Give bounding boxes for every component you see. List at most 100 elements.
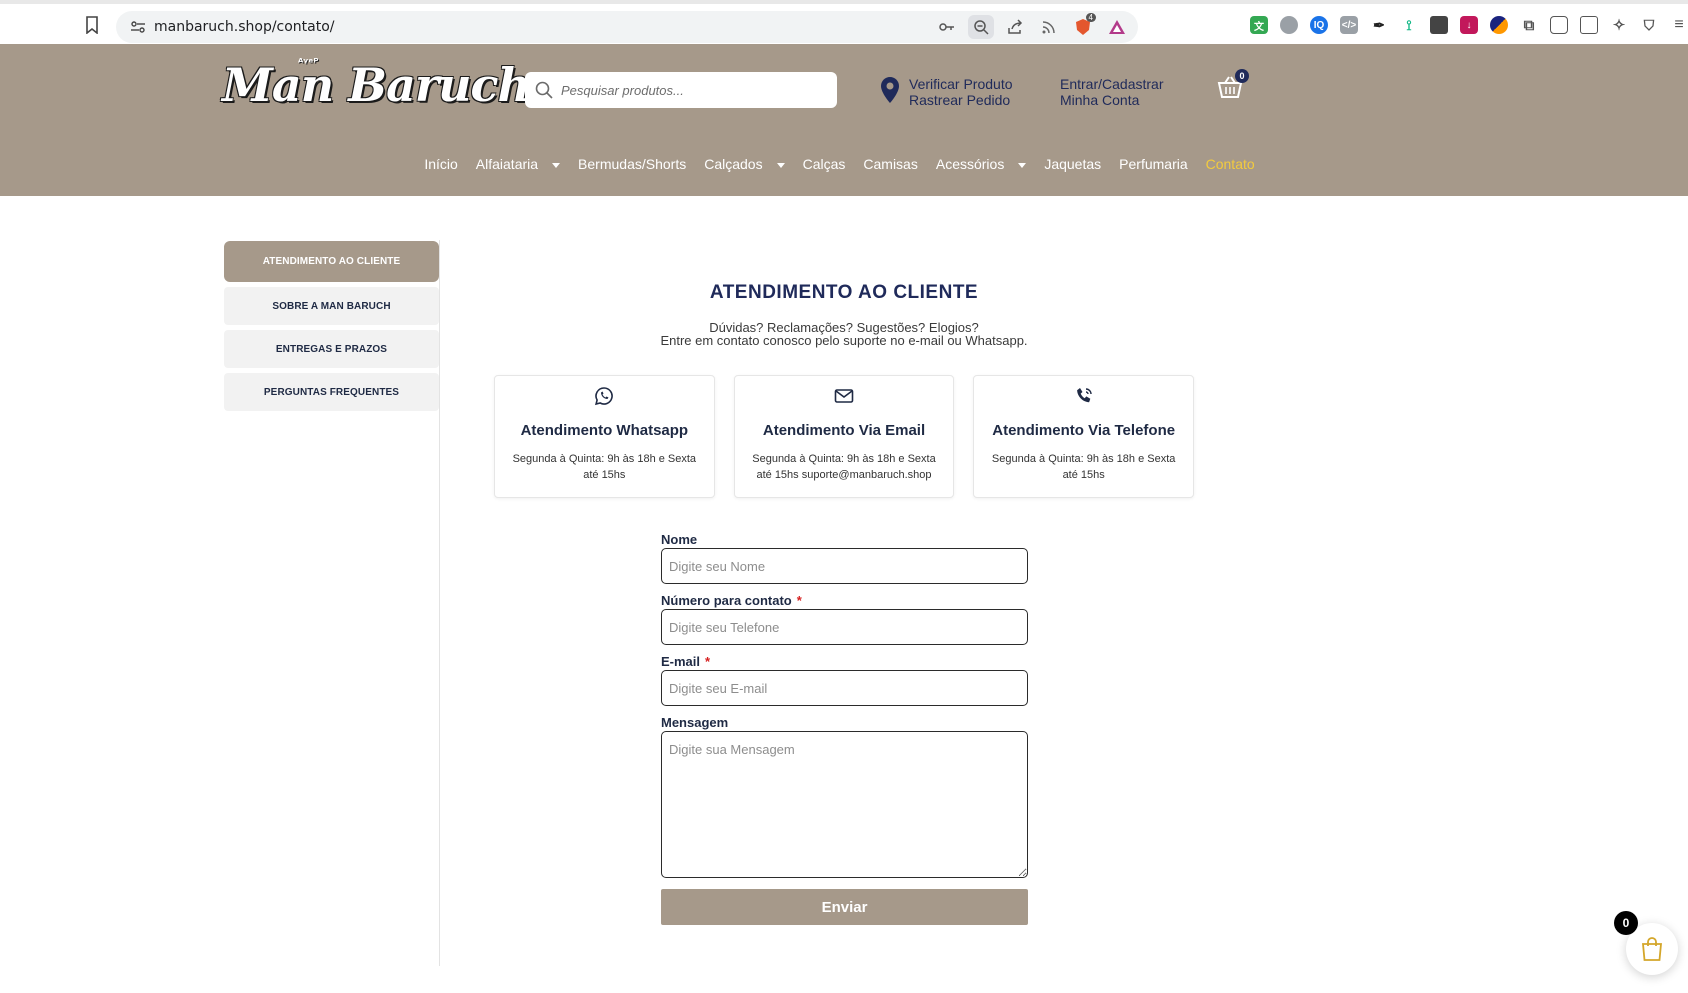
message-label-text: Mensagem	[661, 715, 729, 730]
share-icon[interactable]	[1002, 15, 1028, 39]
sidebar-item-sobre[interactable]: SOBRE A MAN BARUCH	[224, 287, 439, 325]
chevron-down-icon	[776, 162, 785, 168]
email-icon	[834, 389, 854, 403]
iq-extension-icon[interactable]: IQ	[1310, 16, 1328, 34]
nav-item-label: Calças	[802, 156, 846, 172]
track-order-link[interactable]: Rastrear Pedido	[909, 92, 1013, 108]
shield-count-badge: 4	[1085, 13, 1096, 22]
vpn-shield-icon[interactable]: ⛉	[1640, 16, 1658, 34]
nav-item-bermudas-shorts[interactable]: Bermudas/Shorts	[569, 156, 695, 172]
brave-shield-icon[interactable]: 4	[1070, 13, 1096, 39]
page-title: ATENDIMENTO AO CLIENTE	[709, 282, 979, 303]
sidebar-icon[interactable]	[1550, 16, 1568, 34]
card-whatsapp: Atendimento Whatsapp Segunda à Quinta: 9…	[494, 375, 715, 498]
submit-button[interactable]: Enviar	[661, 889, 1028, 925]
page-subtitle: Dúvidas? Reclamações? Sugestões? Elogios…	[494, 321, 1194, 347]
name-field[interactable]	[661, 548, 1028, 584]
phone-label: Número para contato *	[661, 593, 1028, 609]
nav-item-label: Alfaiataria	[475, 156, 539, 172]
bookmark-icon[interactable]	[84, 16, 100, 34]
site-logo[interactable]: Man Baruch ᴬᵞᵉᴾ	[222, 52, 531, 134]
colorful-extension-icon[interactable]	[1490, 16, 1508, 34]
contact-sidebar: ATENDIMENTO AO CLIENTE SOBRE A MAN BARUC…	[224, 241, 439, 416]
nav-item-calcados[interactable]: Calçados	[695, 156, 793, 172]
nav-item-label: Acessórios	[935, 156, 1005, 172]
leo-ai-icon[interactable]: ✧	[1610, 16, 1628, 34]
email-label: E-mail *	[661, 654, 1028, 670]
email-label-text: E-mail	[661, 654, 701, 669]
url-text[interactable]: manbaruch.shop/contato/	[154, 19, 335, 35]
verify-product-link[interactable]: Verificar Produto	[909, 76, 1013, 92]
name-label: Nome	[661, 532, 1028, 548]
shopping-bag-icon	[1642, 937, 1662, 961]
email-field[interactable]	[661, 670, 1028, 706]
nav-item-contato[interactable]: Contato	[1197, 156, 1264, 172]
site-settings-icon[interactable]	[130, 19, 146, 35]
sidebar-item-entregas[interactable]: ENTREGAS E PRAZOS	[224, 330, 439, 368]
logo-mark: ᴬᵞᵉᴾ	[298, 56, 319, 69]
nav-item-calcas[interactable]: Calças	[794, 156, 855, 172]
nav-item-label: Jaquetas	[1044, 156, 1102, 172]
search-input[interactable]	[561, 72, 831, 108]
brave-rewards-icon[interactable]	[1104, 15, 1130, 39]
phone-label-text: Número para contato	[661, 593, 792, 608]
chevron-down-icon	[552, 162, 561, 168]
key-icon[interactable]	[934, 15, 960, 39]
address-bar[interactable]: manbaruch.shop/contato/ 4	[116, 11, 1138, 43]
nav-item-perfumaria[interactable]: Perfumaria	[1110, 156, 1196, 172]
floating-cart-count: 0	[1614, 911, 1638, 935]
code-extension-icon[interactable]: </>	[1340, 16, 1358, 34]
required-mark: *	[705, 654, 711, 669]
phone-icon	[1076, 388, 1092, 403]
card-title: Atendimento Via Email	[762, 422, 926, 439]
message-field[interactable]	[661, 731, 1028, 878]
product-search	[525, 72, 837, 108]
wallet-icon[interactable]	[1580, 16, 1598, 34]
card-email: Atendimento Via Email Segunda à Quinta: …	[733, 375, 955, 498]
site-header: Man Baruch ᴬᵞᵉᴾ Verificar Produto Rastre…	[0, 44, 1688, 196]
nav-item-alfaiataria[interactable]: Alfaiataria	[467, 156, 569, 172]
nav-item-label: Início	[424, 156, 458, 172]
nav-item-jaquetas[interactable]: Jaquetas	[1035, 156, 1110, 172]
card-title: Atendimento Whatsapp	[520, 422, 689, 439]
sidebar-item-perguntas[interactable]: PERGUNTAS FREQUENTES	[224, 373, 439, 411]
sidebar-item-atendimento[interactable]: ATENDIMENTO AO CLIENTE	[224, 241, 439, 282]
message-label: Mensagem	[661, 715, 1028, 731]
nav-item-label: Calçados	[704, 156, 763, 172]
my-account-link[interactable]: Minha Conta	[1060, 92, 1163, 108]
nav-item-label: Bermudas/Shorts	[578, 156, 687, 172]
card-text: Segunda à Quinta: 9h às 18h e Sexta até …	[991, 453, 1176, 481]
location-pin-icon	[881, 77, 899, 103]
login-register-link[interactable]: Entrar/Cadastrar	[1060, 76, 1163, 92]
translate-extension-icon[interactable]: 文	[1250, 16, 1268, 34]
contact-form: Nome Número para contato * E-mail * Mensag…	[661, 532, 1028, 925]
card-text: Segunda à Quinta: 9h às 18h e Sexta até …	[512, 453, 697, 481]
nav-item-label: Perfumaria	[1119, 156, 1188, 172]
nav-item-inicio[interactable]: Início	[415, 156, 466, 172]
card-telefone: Atendimento Via Telefone Segunda à Quint…	[973, 375, 1195, 498]
support-cards: Atendimento Whatsapp Segunda à Quinta: 9…	[494, 375, 1195, 498]
browser-toolbar: manbaruch.shop/contato/ 4 文 IQ </> ✒ ⟟ ↓…	[0, 0, 1688, 44]
phone-field[interactable]	[661, 609, 1028, 645]
nav-item-camisas[interactable]: Camisas	[854, 156, 926, 172]
required-mark: *	[796, 593, 802, 608]
globe-extension-icon[interactable]	[1280, 16, 1298, 34]
eyedropper-extension-icon[interactable]: ✒	[1370, 16, 1388, 34]
robot-extension-icon[interactable]	[1430, 16, 1448, 34]
card-title: Atendimento Via Telefone	[992, 422, 1176, 439]
nav-item-acessorios[interactable]: Acessórios	[927, 156, 1035, 172]
puzzle-extensions-icon[interactable]: ⧉	[1520, 16, 1538, 34]
menu-icon[interactable]: ≡	[1670, 16, 1688, 34]
logo-text: Man Baruch	[222, 58, 531, 112]
zoom-icon[interactable]	[968, 15, 994, 39]
search-icon[interactable]	[535, 81, 553, 99]
rss-icon[interactable]	[1036, 15, 1062, 39]
cart-count-badge: 0	[1235, 69, 1249, 83]
download-extension-icon[interactable]: ↓	[1460, 16, 1478, 34]
name-label-text: Nome	[661, 532, 698, 547]
main-nav: Início Alfaiataria Bermudas/Shorts Calça…	[0, 156, 1688, 172]
chevron-down-icon	[1018, 162, 1027, 168]
wappalyzer-extension-icon[interactable]: ⟟	[1400, 16, 1418, 34]
nav-item-label: Contato	[1205, 156, 1255, 172]
subtitle-line: Entre em contato conosco pelo suporte no…	[660, 333, 1028, 348]
